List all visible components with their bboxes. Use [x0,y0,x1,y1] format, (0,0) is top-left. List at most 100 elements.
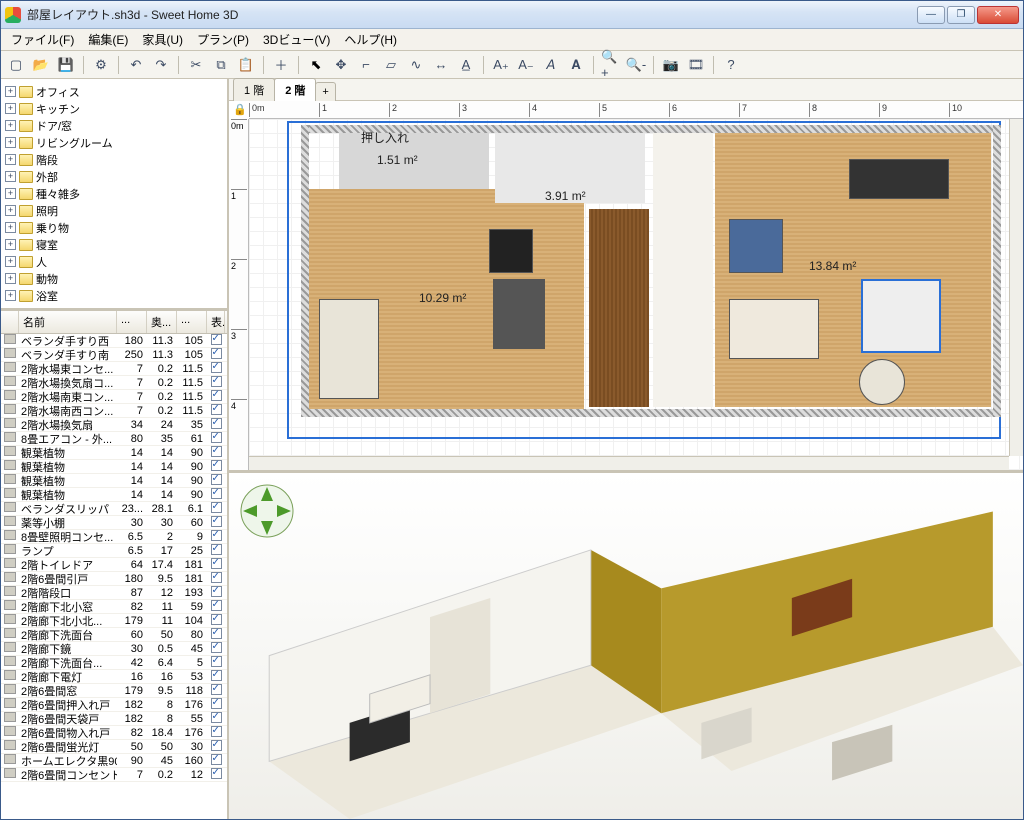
prefs-button[interactable]: ⚙ [90,54,112,76]
maximize-button[interactable]: ❐ [947,6,975,24]
expand-icon[interactable]: + [5,154,16,165]
open-button[interactable]: 📂 [30,54,52,76]
room-middle[interactable] [653,133,713,407]
catalog-category[interactable]: + リビングルーム [3,134,225,151]
undo-button[interactable]: ↶ [125,54,147,76]
expand-icon[interactable]: + [5,239,16,250]
furn-visible-checkbox[interactable] [211,712,222,723]
furn-visible-checkbox[interactable] [211,474,222,485]
furn-round-table[interactable] [859,359,905,405]
furn-visible-checkbox[interactable] [211,726,222,737]
catalog-category[interactable]: + 寝室 [3,236,225,253]
close-button[interactable]: ✕ [977,6,1019,24]
tab-level-2[interactable]: 2 階 [274,78,316,101]
pan-button[interactable]: ✥ [330,54,352,76]
text-button[interactable]: A̲ [455,54,477,76]
furn-visible-checkbox[interactable] [211,460,222,471]
save-button[interactable]: 💾 [55,54,77,76]
furniture-row[interactable]: 2階6畳間コンセント 7 0.2 12 [1,768,227,782]
furn-visible-checkbox[interactable] [211,768,222,779]
plan-canvas[interactable]: 🔒 0m12345678910 0m1234 [229,101,1023,470]
furn-visible-checkbox[interactable] [211,516,222,527]
furn-visible-checkbox[interactable] [211,558,222,569]
furn-visible-checkbox[interactable] [211,670,222,681]
text-italic-button[interactable]: 𝘈 [540,54,562,76]
catalog-category[interactable]: + 種々雑多 [3,185,225,202]
furn-visible-checkbox[interactable] [211,334,222,345]
expand-icon[interactable]: + [5,188,16,199]
furn-visible-checkbox[interactable] [211,432,222,443]
menu-plan[interactable]: プラン(P) [191,29,255,50]
furn-bed-right[interactable] [729,299,819,359]
furn-visible-checkbox[interactable] [211,572,222,583]
furn-visible-checkbox[interactable] [211,446,222,457]
polyline-button[interactable]: ∿ [405,54,427,76]
menu-furniture[interactable]: 家具(U) [136,29,189,50]
expand-icon[interactable]: + [5,137,16,148]
plan-scrollbar-v[interactable] [1009,119,1023,456]
expand-icon[interactable]: + [5,120,16,131]
furn-selected-bed[interactable] [861,279,941,353]
menu-file[interactable]: ファイル(F) [5,29,80,50]
furn-visible-checkbox[interactable] [211,502,222,513]
menu-edit[interactable]: 編集(E) [82,29,134,50]
menu-help[interactable]: ヘルプ(H) [338,29,403,50]
furniture-catalog-tree[interactable]: + オフィス+ キッチン+ ドア/窓+ リビングルーム+ [1,79,227,311]
plan-grid[interactable]: 押し入れ 1.51 m² 3.91 m² 10.29 m² 13.84 m² [249,119,1023,470]
tab-add-level[interactable]: + [315,82,335,101]
catalog-category[interactable]: + 動物 [3,270,225,287]
furn-visible-checkbox[interactable] [211,348,222,359]
furn-visible-checkbox[interactable] [211,698,222,709]
catalog-category[interactable]: + ドア/窓 [3,117,225,134]
furn-desk[interactable] [493,279,545,349]
expand-icon[interactable]: + [5,222,16,233]
camera-button[interactable]: 📷 [660,54,682,76]
furn-visible-checkbox[interactable] [211,488,222,499]
expand-icon[interactable]: + [5,205,16,216]
video-button[interactable]: 🎞 [685,54,707,76]
catalog-category[interactable]: + オフィス [3,83,225,100]
furn-visible-checkbox[interactable] [211,390,222,401]
view-3d[interactable] [229,473,1023,819]
catalog-category[interactable]: + 浴室 [3,287,225,304]
menu-3dview[interactable]: 3Dビュー(V) [257,29,336,50]
furn-visible-checkbox[interactable] [211,642,222,653]
select-button[interactable]: ⬉ [305,54,327,76]
furn-visible-checkbox[interactable] [211,754,222,765]
zoom-in-button[interactable]: 🔍+ [600,54,622,76]
furn-visible-checkbox[interactable] [211,586,222,597]
new-button[interactable]: ▢ [5,54,27,76]
redo-button[interactable]: ↷ [150,54,172,76]
corridor[interactable] [589,209,649,407]
col-d[interactable]: 奥... [147,311,177,333]
col-w[interactable]: ... [117,311,147,333]
col-h[interactable]: ... [177,311,207,333]
furn-bed-left[interactable] [319,299,379,399]
furn-visible-checkbox[interactable] [211,684,222,695]
furn-visible-checkbox[interactable] [211,362,222,373]
plan-lock-icon[interactable]: 🔒 [233,103,247,116]
catalog-category[interactable]: + 外部 [3,168,225,185]
expand-icon[interactable]: + [5,86,16,97]
minimize-button[interactable]: — [917,6,945,24]
plan-scrollbar-h[interactable] [249,456,1009,470]
furniture-list-body[interactable]: ベランダ手すり西 180 11.3 105 ベランダ手すり南 250 11.3 … [1,334,227,819]
text-dec-button[interactable]: A₋ [515,54,537,76]
furn-visible-checkbox[interactable] [211,600,222,611]
zoom-out-button[interactable]: 🔍- [625,54,647,76]
furn-visible-checkbox[interactable] [211,376,222,387]
col-vis[interactable]: 表... [207,311,225,333]
catalog-category[interactable]: + 照明 [3,202,225,219]
furn-chair[interactable] [489,229,533,273]
cut-button[interactable]: ✂ [185,54,207,76]
furniture-list-header[interactable]: 名前 ... 奥... ... 表... [1,311,227,334]
furn-armchair[interactable] [729,219,783,273]
col-name[interactable]: 名前 [19,311,117,333]
tab-level-1[interactable]: 1 階 [233,78,275,101]
expand-icon[interactable]: + [5,273,16,284]
catalog-category[interactable]: + 乗り物 [3,219,225,236]
furn-keyboard[interactable] [849,159,949,199]
text-inc-button[interactable]: A₊ [490,54,512,76]
room-button[interactable]: ▱ [380,54,402,76]
help-button[interactable]: ? [720,54,742,76]
